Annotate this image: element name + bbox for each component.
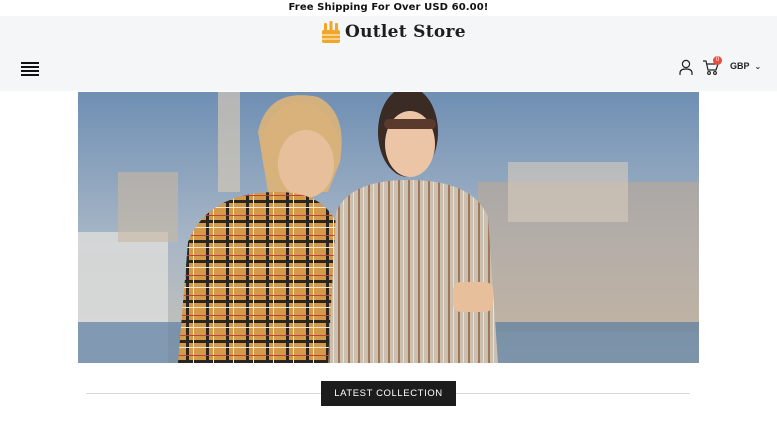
store-logo[interactable]: Outlet Store — [320, 19, 466, 45]
chevron-down-icon: ⌄ — [754, 61, 762, 71]
hero-photo — [78, 92, 699, 363]
announcement-text: Free Shipping For Over USD 60.00! — [288, 2, 489, 13]
hero-banner-image[interactable] — [78, 92, 699, 363]
announcement-bar: Free Shipping For Over USD 60.00! — [0, 0, 777, 16]
site-header: Outlet Store 0 GBP ⌄ — [0, 16, 777, 91]
hamburger-menu-icon[interactable] — [21, 62, 39, 77]
cart-count-badge: 0 — [713, 56, 722, 65]
currency-label: GBP — [730, 61, 750, 71]
latest-collection-button[interactable]: LATEST COLLECTION — [321, 381, 456, 406]
user-icon[interactable] — [679, 59, 693, 75]
store-logo-icon — [322, 21, 340, 43]
logo-text: Outlet Store — [345, 22, 466, 42]
currency-selector[interactable]: GBP ⌄ — [730, 61, 761, 71]
